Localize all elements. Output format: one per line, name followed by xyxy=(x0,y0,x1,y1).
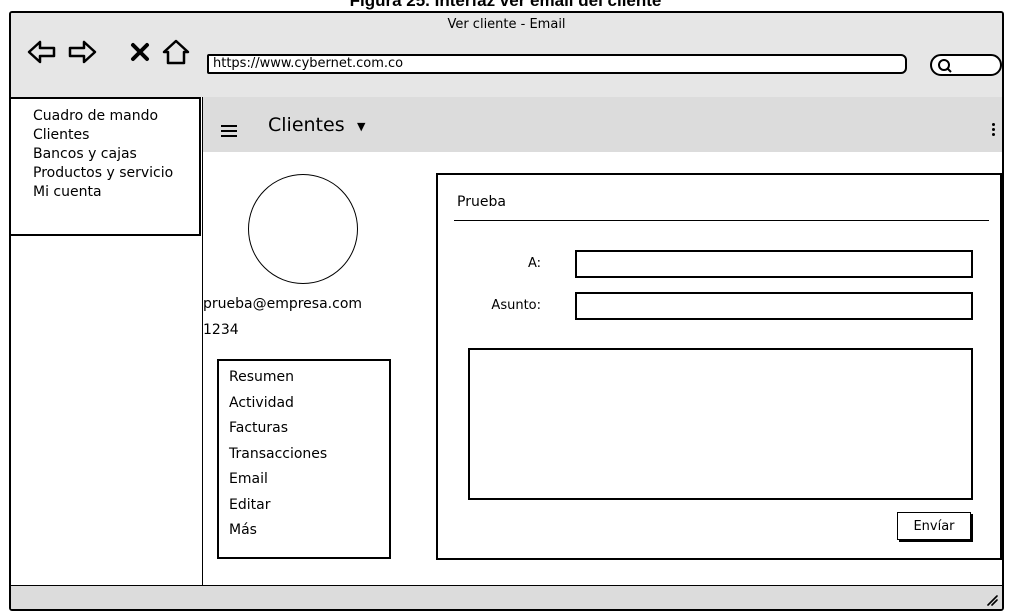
send-button[interactable]: Envíar xyxy=(897,512,971,540)
submenu-item-facturas[interactable]: Facturas xyxy=(219,416,389,442)
browser-search-button[interactable] xyxy=(930,54,1002,76)
subject-label: Asunto: xyxy=(491,298,541,313)
sidebar-item-productos-y-servicio[interactable]: Productos y servicio xyxy=(11,164,199,183)
divider xyxy=(454,220,989,221)
avatar xyxy=(248,174,358,284)
subject-field[interactable] xyxy=(575,292,973,320)
close-icon xyxy=(131,43,149,61)
section-dropdown[interactable]: Clientes xyxy=(268,114,345,136)
browser-toolbar: Ver cliente - Email https://www.cybernet… xyxy=(11,13,1002,97)
resize-grip-icon[interactable] xyxy=(984,592,998,606)
back-button[interactable] xyxy=(25,35,59,69)
message-body-textarea[interactable] xyxy=(468,348,973,500)
home-button[interactable] xyxy=(159,35,193,69)
sidebar: Cuadro de mando Clientes Bancos y cajas … xyxy=(11,97,203,609)
submenu-item-email[interactable]: Email xyxy=(219,467,389,493)
arrow-right-icon xyxy=(68,40,97,64)
search-icon xyxy=(938,59,952,73)
to-label: A: xyxy=(527,256,541,271)
email-panel: Prueba A: Asunto: Envíar xyxy=(436,173,1002,560)
submenu-item-resumen[interactable]: Resumen xyxy=(219,365,389,391)
forward-button[interactable] xyxy=(65,35,99,69)
submenu-item-actividad[interactable]: Actividad xyxy=(219,391,389,417)
home-icon xyxy=(162,39,190,65)
client-number: 1234 xyxy=(203,322,239,338)
submenu-item-mas[interactable]: Más xyxy=(219,518,389,544)
arrow-left-icon xyxy=(27,40,56,64)
submenu-item-transacciones[interactable]: Transacciones xyxy=(219,442,389,468)
caret-down-icon[interactable]: ▼ xyxy=(357,120,365,133)
sidebar-item-cuadro-de-mando[interactable]: Cuadro de mando xyxy=(11,107,199,126)
sidebar-item-bancos-y-cajas[interactable]: Bancos y cajas xyxy=(11,145,199,164)
figure-caption: Figura 25. Interfaz ver email del client… xyxy=(349,0,662,10)
kebab-icon[interactable] xyxy=(990,123,996,138)
stop-button[interactable] xyxy=(123,35,157,69)
sidebar-menu: Cuadro de mando Clientes Bancos y cajas … xyxy=(11,97,201,236)
to-field[interactable] xyxy=(575,250,973,278)
hamburger-icon[interactable] xyxy=(221,125,237,140)
status-bar xyxy=(11,585,1002,609)
browser-window: Ver cliente - Email https://www.cybernet… xyxy=(9,11,1004,611)
url-bar[interactable]: https://www.cybernet.com.co xyxy=(207,54,907,74)
sidebar-item-clientes[interactable]: Clientes xyxy=(11,126,199,145)
window-title: Ver cliente - Email xyxy=(447,17,566,32)
sidebar-item-mi-cuenta[interactable]: Mi cuenta xyxy=(11,183,199,202)
panel-title: Prueba xyxy=(457,194,506,210)
client-submenu: Resumen Actividad Facturas Transacciones… xyxy=(217,359,391,559)
app-bar: Clientes ▼ xyxy=(203,97,1002,152)
client-email: prueba@empresa.com xyxy=(203,296,363,312)
submenu-item-editar[interactable]: Editar xyxy=(219,493,389,519)
